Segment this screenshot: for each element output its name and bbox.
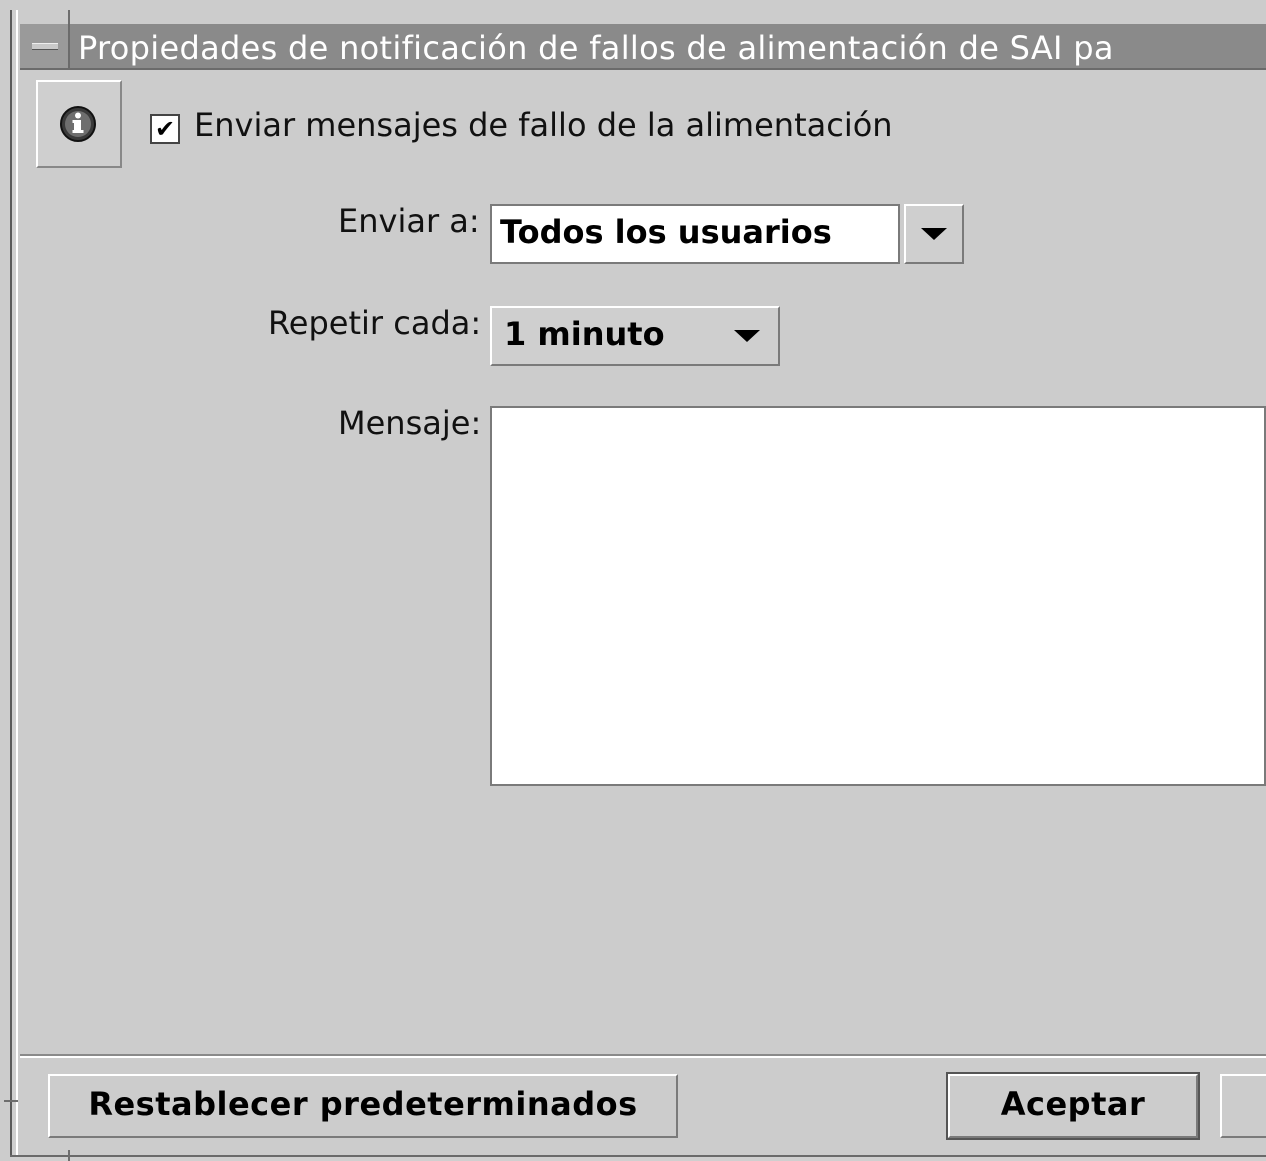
send-to-label: Enviar a:: [338, 202, 480, 240]
chevron-down-icon: [921, 228, 947, 240]
info-icon: [60, 106, 96, 142]
dialog-window: Propiedades de notificación de fallos de…: [0, 0, 1266, 1161]
send-to-dropdown-button[interactable]: [904, 204, 964, 264]
message-label: Mensaje:: [338, 404, 482, 442]
info-panel: [36, 80, 122, 168]
chevron-down-icon: [734, 330, 760, 342]
accept-button[interactable]: Aceptar: [946, 1072, 1200, 1140]
window-frame-bottom: [10, 1155, 1266, 1161]
frame-corner-mark: [4, 1100, 18, 1102]
send-messages-label[interactable]: Enviar mensajes de fallo de la alimentac…: [194, 106, 893, 144]
cancel-button-partial[interactable]: [1220, 1074, 1266, 1138]
checkmark-icon: ✔: [154, 115, 176, 143]
message-textarea[interactable]: [490, 406, 1266, 786]
window-menu-icon: [32, 43, 58, 50]
button-separator: [20, 1054, 1266, 1058]
repeat-label: Repetir cada:: [268, 304, 482, 342]
repeat-interval-value: 1 minuto: [504, 315, 665, 353]
window-menu-button[interactable]: [20, 24, 70, 68]
frame-corner-mark: [68, 1150, 70, 1161]
send-to-combo-input[interactable]: Todos los usuarios: [490, 204, 900, 264]
send-messages-checkbox[interactable]: ✔: [150, 114, 180, 144]
title-bar[interactable]: Propiedades de notificación de fallos de…: [20, 24, 1266, 70]
reset-defaults-button[interactable]: Restablecer predeterminados: [48, 1074, 678, 1138]
repeat-interval-select[interactable]: 1 minuto: [490, 306, 780, 366]
window-title: Propiedades de notificación de fallos de…: [78, 29, 1114, 67]
window-frame-left: [10, 10, 18, 1155]
